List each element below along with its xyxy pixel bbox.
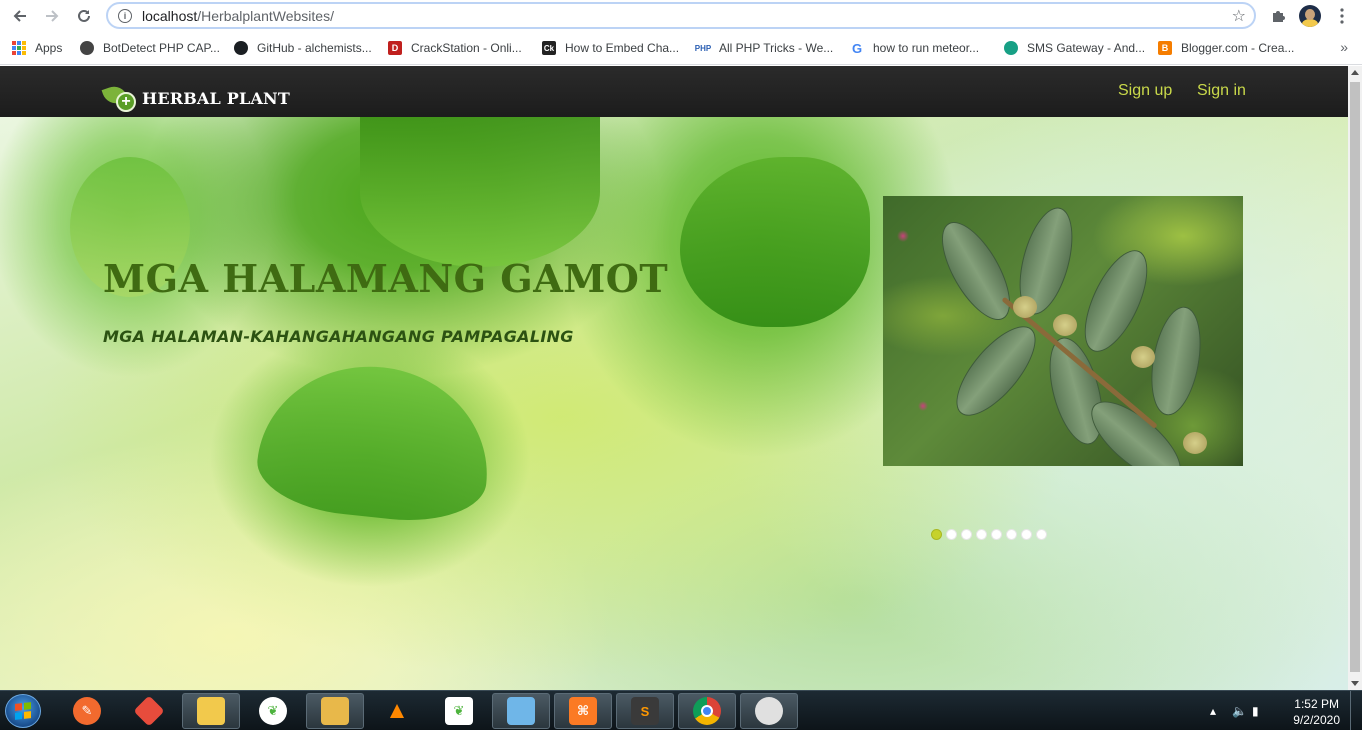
page-scrollbar[interactable]: [1348, 66, 1362, 690]
git-icon: [133, 695, 165, 727]
chrome-icon: [693, 697, 721, 725]
file-explorer-icon: [321, 697, 349, 725]
carousel-dot[interactable]: [1021, 529, 1032, 540]
taskbar-file-explorer[interactable]: [306, 693, 364, 729]
carousel-dot[interactable]: [931, 529, 942, 540]
mongodb-icon: ❦: [445, 697, 473, 725]
bookmark-allphptricks[interactable]: PHP All PHP Tricks - We...: [694, 39, 833, 57]
carousel-indicators: [931, 529, 1047, 540]
google-icon: G: [851, 40, 863, 56]
address-bar[interactable]: i localhost/HerbalplantWebsites/ ☆: [106, 2, 1256, 29]
hero-section: MGA HALAMANG GAMOT MGA HALAMAN-KAHANGAHA…: [0, 117, 1348, 690]
scroll-down-arrow-icon[interactable]: [1351, 681, 1359, 686]
blogger-icon: B: [1158, 41, 1172, 55]
profile-avatar[interactable]: [1298, 4, 1322, 28]
taskbar-chrome[interactable]: [678, 693, 736, 729]
sms-icon: [1004, 41, 1018, 55]
taskbar-brackets[interactable]: ✎: [58, 693, 116, 729]
bookmark-meteor[interactable]: G how to run meteor...: [850, 39, 979, 57]
paint-icon: [755, 697, 783, 725]
system-clock[interactable]: 1:52 PM 9/2/2020: [1293, 696, 1340, 728]
crackstation-icon: D: [388, 41, 402, 55]
taskbar-xampp[interactable]: ⌘: [554, 693, 612, 729]
system-tray: ▴ 🔈 ▮ 1:52 PM 9/2/2020: [1202, 691, 1362, 730]
signin-link[interactable]: Sign in: [1197, 82, 1246, 100]
sublime-text-icon: S: [631, 697, 659, 725]
forward-icon[interactable]: [40, 4, 64, 28]
taskbar-notepad[interactable]: [492, 693, 550, 729]
carousel-dot[interactable]: [961, 529, 972, 540]
page-viewport: + HERBAL PLANT Sign up Sign in MGA HALAM…: [0, 66, 1348, 690]
taskbar-git[interactable]: [120, 693, 178, 729]
logo-text: HERBAL PLANT: [142, 88, 290, 108]
apps-grid-icon: [12, 41, 26, 55]
menu-kebab-icon[interactable]: [1330, 4, 1354, 28]
clock-date: 9/2/2020: [1293, 713, 1340, 727]
reload-icon[interactable]: [72, 4, 96, 28]
taskbar-paint[interactable]: [740, 693, 798, 729]
bookmark-github[interactable]: GitHub - alchemists...: [234, 39, 372, 57]
bookmark-crackstation[interactable]: D CrackStation - Onli...: [388, 39, 522, 57]
globe-icon: [80, 41, 94, 55]
bookmark-blogger[interactable]: B Blogger.com - Crea...: [1158, 39, 1294, 57]
github-icon: [234, 41, 248, 55]
taskbar-vlc[interactable]: ▲: [368, 693, 426, 729]
scroll-thumb[interactable]: [1350, 82, 1360, 672]
signup-link[interactable]: Sign up: [1118, 82, 1172, 100]
carousel-dot[interactable]: [1036, 529, 1047, 540]
herbal-plus-icon: +: [101, 82, 138, 112]
carousel-dot[interactable]: [991, 529, 1002, 540]
brackets-icon: ✎: [73, 697, 101, 725]
php-icon: PHP: [694, 43, 712, 53]
carousel-dot[interactable]: [1006, 529, 1017, 540]
windows-taskbar: ✎ ❦ ▲ ❦ ⌘ S ▴ 🔈 ▮ 1:52 PM 9/2/2020: [0, 690, 1362, 730]
extensions-puzzle-icon[interactable]: [1266, 4, 1290, 28]
site-navbar: + HERBAL PLANT Sign up Sign in: [0, 66, 1348, 117]
hero-title: MGA HALAMANG GAMOT: [103, 256, 669, 301]
carousel-dot[interactable]: [976, 529, 987, 540]
windows-logo-icon: [15, 702, 31, 720]
carousel-dot[interactable]: [946, 529, 957, 540]
notepad-icon: [507, 697, 535, 725]
bookmark-apps[interactable]: Apps: [12, 39, 62, 57]
background-leaf: [252, 355, 498, 529]
back-icon[interactable]: [8, 4, 32, 28]
xampp-icon: ⌘: [569, 697, 597, 725]
mongodb-compass-icon: ❦: [259, 697, 287, 725]
bookmark-sms-gateway[interactable]: SMS Gateway - And...: [1004, 39, 1145, 57]
volume-icon[interactable]: 🔈: [1232, 704, 1247, 718]
clock-time: 1:52 PM: [1294, 697, 1339, 711]
bookmarks-bar: Apps BotDetect PHP CAP... GitHub - alche…: [0, 32, 1362, 65]
hero-subtitle: MGA HALAMAN-KAHANGAHANGANG PAMPAGALING: [103, 327, 574, 346]
show-desktop-button[interactable]: [1350, 691, 1362, 730]
taskbar-explorer-window[interactable]: [182, 693, 240, 729]
carousel-slide-image[interactable]: [883, 196, 1243, 466]
taskbar-mongodb[interactable]: ❦: [430, 693, 488, 729]
site-info-icon[interactable]: i: [118, 8, 132, 23]
file-explorer-window-icon: [197, 697, 225, 725]
site-logo[interactable]: + HERBAL PLANT: [101, 82, 290, 112]
taskbar-sublime-text[interactable]: S: [616, 693, 674, 729]
bookmark-star-icon[interactable]: ☆: [1232, 6, 1246, 26]
background-leaf: [680, 157, 870, 327]
scroll-up-arrow-icon[interactable]: [1351, 70, 1359, 75]
bookmark-botdetect[interactable]: BotDetect PHP CAP...: [80, 39, 220, 57]
url-text: localhost/HerbalplantWebsites/: [142, 7, 334, 24]
taskbar-mongodb-compass[interactable]: ❦: [244, 693, 302, 729]
network-icon[interactable]: ▮: [1252, 704, 1259, 718]
bookmark-embed-chart[interactable]: Ck How to Embed Cha...: [542, 39, 679, 57]
bookmarks-overflow-icon[interactable]: »: [1340, 39, 1348, 55]
background-leaf: [360, 117, 600, 267]
start-button[interactable]: [5, 694, 41, 728]
vlc-icon: ▲: [385, 697, 409, 724]
browser-toolbar: i localhost/HerbalplantWebsites/ ☆: [0, 0, 1362, 32]
tray-overflow-icon[interactable]: ▴: [1210, 704, 1216, 718]
ck-icon: Ck: [542, 41, 556, 55]
